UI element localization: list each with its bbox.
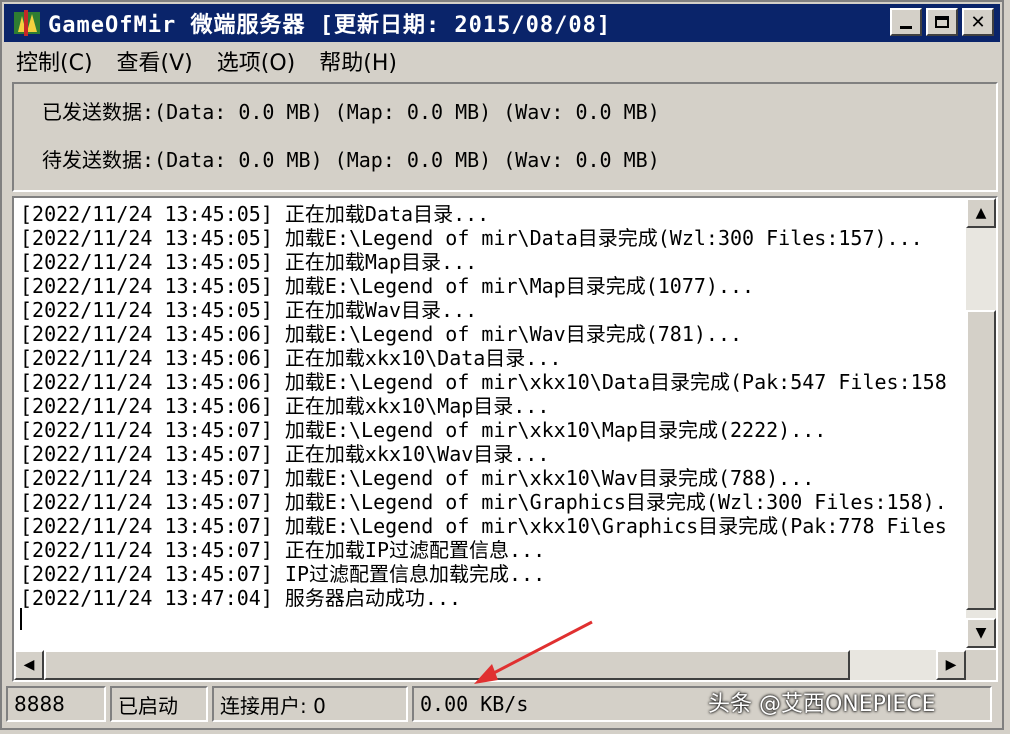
menu-options[interactable]: 选项(O)	[205, 45, 307, 77]
menu-help[interactable]: 帮助(H)	[307, 45, 409, 77]
log-line: [2022/11/24 13:45:07] 加载E:\Legend of mir…	[20, 418, 827, 442]
minimize-icon	[900, 25, 912, 29]
arrow-right-icon: ▶	[945, 657, 957, 673]
log-line: [2022/11/24 13:45:05] 加载E:\Legend of mir…	[20, 274, 755, 298]
scroll-down-button[interactable]: ▼	[966, 618, 996, 648]
pending-data-stats: 待发送数据:(Data: 0.0 MB) (Map: 0.0 MB) (Wav:…	[42, 148, 660, 172]
arrow-up-icon: ▲	[975, 205, 987, 221]
log-line: [2022/11/24 13:45:05] 正在加载Data目录...	[20, 202, 490, 226]
menu-control[interactable]: 控制(C)	[4, 45, 105, 77]
log-line: [2022/11/24 13:45:06] 加载E:\Legend of mir…	[20, 322, 743, 346]
main-window: GameOfMir 微端服务器 [更新日期: 2015/08/08] ✕ 控制(…	[0, 0, 1004, 730]
scroll-corner	[966, 650, 996, 680]
maximize-icon	[935, 16, 949, 28]
title-bar[interactable]: GameOfMir 微端服务器 [更新日期: 2015/08/08] ✕	[4, 4, 1000, 42]
log-panel[interactable]: [2022/11/24 13:45:05] 正在加载Data目录... [2022…	[12, 196, 998, 682]
log-line: [2022/11/24 13:45:05] 正在加载Wav目录...	[20, 298, 478, 322]
menu-bar: 控制(C) 查看(V) 选项(O) 帮助(H)	[4, 44, 1000, 78]
status-port: 8888	[6, 686, 106, 722]
log-line: [2022/11/24 13:45:07] 正在加载IP过滤配置信息...	[20, 538, 546, 562]
maximize-button[interactable]	[926, 8, 958, 36]
transfer-stats-panel: 已发送数据:(Data: 0.0 MB) (Map: 0.0 MB) (Wav:…	[12, 82, 998, 192]
log-list: [2022/11/24 13:45:05] 正在加载Data目录... [2022…	[20, 202, 966, 642]
log-line: [2022/11/24 13:45:05] 正在加载Map目录...	[20, 250, 478, 274]
app-logo-icon	[12, 8, 42, 38]
arrow-down-icon: ▼	[975, 625, 987, 641]
watermark: 头条 @艾西ONEPIECE	[708, 692, 936, 717]
log-line: [2022/11/24 13:45:06] 正在加载xkx10\Data目录..…	[20, 346, 562, 370]
log-line: [2022/11/24 13:45:05] 加载E:\Legend of mir…	[20, 226, 923, 250]
log-line: [2022/11/24 13:45:07] IP过滤配置信息加载完成...	[20, 562, 546, 586]
sent-data-stats: 已发送数据:(Data: 0.0 MB) (Map: 0.0 MB) (Wav:…	[42, 100, 660, 124]
close-icon: ✕	[970, 11, 986, 33]
log-line: [2022/11/24 13:45:07] 加载E:\Legend of mir…	[20, 490, 947, 514]
scroll-left-button[interactable]: ◀	[14, 650, 44, 680]
log-line: [2022/11/24 13:45:07] 加载E:\Legend of mir…	[20, 466, 815, 490]
scroll-up-button[interactable]: ▲	[966, 198, 996, 228]
log-line: [2022/11/24 13:45:07] 正在加载xkx10\Wav目录...	[20, 442, 550, 466]
menu-view[interactable]: 查看(V)	[105, 45, 205, 77]
close-button[interactable]: ✕	[962, 8, 994, 36]
minimize-button[interactable]	[890, 8, 922, 36]
scroll-right-button[interactable]: ▶	[936, 650, 966, 680]
log-line: [2022/11/24 13:45:07] 加载E:\Legend of mir…	[20, 514, 947, 538]
log-line: [2022/11/24 13:45:06] 加载E:\Legend of mir…	[20, 370, 947, 394]
horizontal-scroll-thumb[interactable]	[44, 650, 850, 680]
window-title: GameOfMir 微端服务器 [更新日期: 2015/08/08]	[48, 13, 612, 38]
status-server-state: 已启动	[110, 686, 208, 722]
vertical-scroll-thumb[interactable]	[966, 310, 996, 610]
arrow-left-icon: ◀	[23, 657, 35, 673]
horizontal-scrollbar[interactable]: ◀ ▶	[14, 650, 966, 680]
text-cursor	[20, 608, 22, 630]
log-line: [2022/11/24 13:45:06] 正在加载xkx10\Map目录...	[20, 394, 550, 418]
log-line: [2022/11/24 13:47:04] 服务器启动成功...	[20, 586, 462, 610]
vertical-scrollbar[interactable]: ▲ ▼	[966, 198, 996, 648]
status-connected-users: 连接用户: 0	[212, 686, 408, 722]
